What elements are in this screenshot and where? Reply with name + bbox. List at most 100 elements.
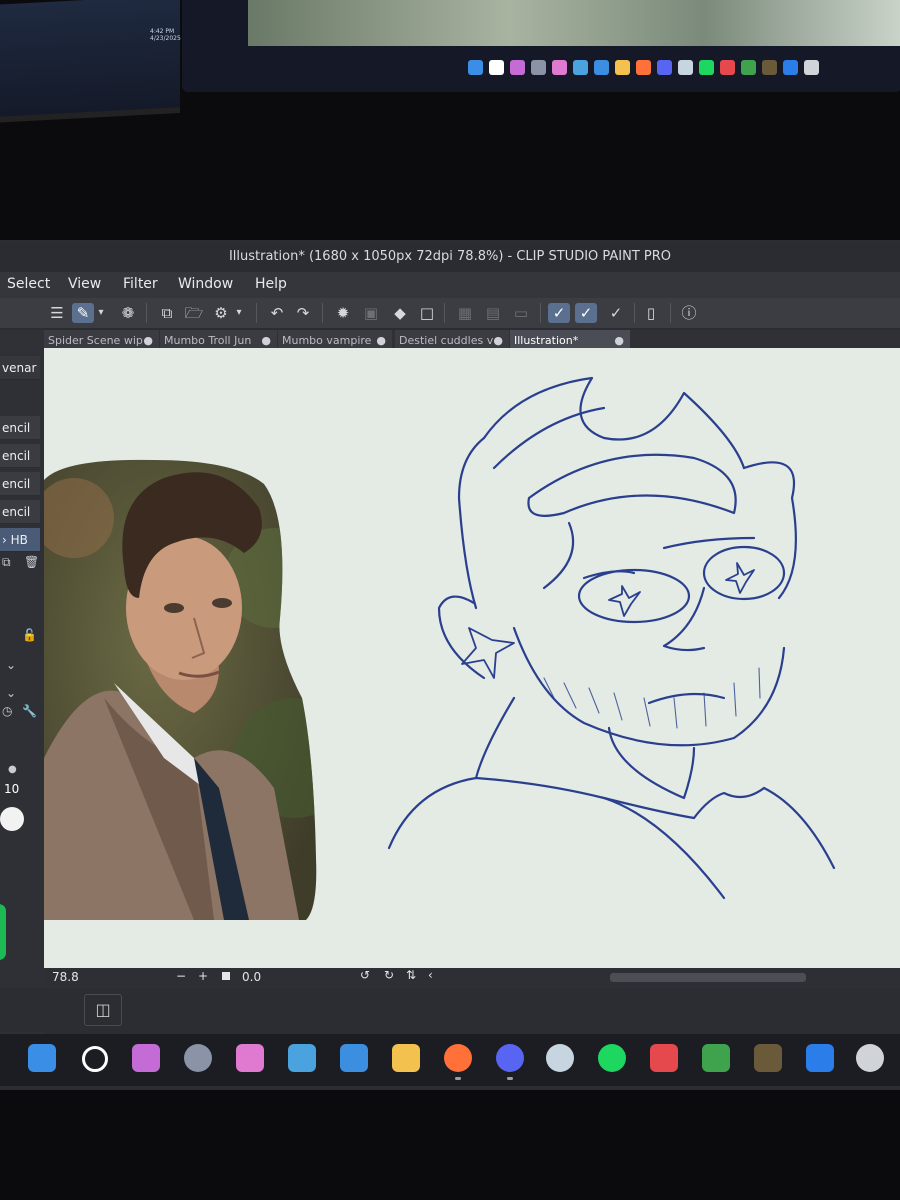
spotify-icon[interactable] xyxy=(699,59,714,75)
perspective-icon[interactable]: ▭ xyxy=(510,303,532,323)
tab-label: Illustration* xyxy=(514,334,579,347)
menu-select[interactable]: Select xyxy=(7,276,50,292)
smartphone-icon[interactable]: ▯ xyxy=(640,303,662,323)
menu-view[interactable]: View xyxy=(68,276,101,292)
reset-rotation-icon[interactable]: ⇅ xyxy=(406,968,416,982)
clear-icon[interactable]: ▣ xyxy=(360,303,382,323)
stabilizer-line-icon[interactable]: ✓ xyxy=(605,303,627,323)
menu-filter[interactable]: Filter xyxy=(123,276,158,292)
undo-icon[interactable]: ↶ xyxy=(266,303,288,323)
ruler-icon[interactable]: ▤ xyxy=(482,303,504,323)
clip-studio-icon[interactable] xyxy=(856,1044,884,1072)
hamburger-menu-icon[interactable]: ☰ xyxy=(46,303,68,323)
secondary-monitor-clock: 4:42 PM 4/23/2025 xyxy=(150,28,181,42)
rotate-right-icon[interactable]: ↻ xyxy=(384,968,394,982)
sketch-drawing xyxy=(387,376,836,900)
brush-size-dot-icon: ● xyxy=(8,764,17,775)
clip-studio-icon[interactable] xyxy=(804,59,819,75)
horizontal-scrollbar[interactable] xyxy=(610,973,806,982)
redo-icon[interactable]: ↷ xyxy=(292,303,314,323)
menu-window[interactable]: Window xyxy=(178,276,233,292)
minecraft-launcher-icon[interactable] xyxy=(754,1044,782,1072)
brush-size-preview[interactable] xyxy=(0,807,24,831)
settings-icon[interactable] xyxy=(531,59,546,75)
app-red-icon[interactable] xyxy=(650,1044,678,1072)
windows-start-icon[interactable] xyxy=(28,1044,56,1072)
zoom-out-button[interactable]: − xyxy=(176,969,186,983)
settings-icon[interactable] xyxy=(184,1044,212,1072)
discord-icon[interactable] xyxy=(657,59,672,75)
tab-label: Destiel cuddles v xyxy=(399,334,494,347)
app-red-icon[interactable] xyxy=(720,59,735,75)
stabilizer-pen-icon[interactable]: ✓ xyxy=(548,303,570,323)
spotify-icon[interactable] xyxy=(598,1044,626,1072)
vpn-icon[interactable] xyxy=(806,1044,834,1072)
minecraft-launcher-icon[interactable] xyxy=(762,59,777,75)
snipping-tool-icon[interactable] xyxy=(236,1044,264,1072)
chevron-down-icon: › xyxy=(2,533,7,547)
file-explorer-icon[interactable] xyxy=(615,59,630,75)
rotate-left-icon[interactable]: ↺ xyxy=(360,968,370,982)
flip-icon[interactable]: ‹ xyxy=(428,968,433,982)
fill-icon[interactable]: ◆ xyxy=(389,303,411,323)
vpn-icon[interactable] xyxy=(783,59,798,75)
running-indicator xyxy=(507,1077,513,1080)
brush-item[interactable]: encil xyxy=(0,416,40,440)
pen-app-icon[interactable] xyxy=(340,1044,368,1072)
brush-set-header: venar xyxy=(0,356,40,380)
steam-icon[interactable] xyxy=(546,1044,574,1072)
pen-tool-icon[interactable]: ✎ xyxy=(72,303,94,323)
brush-item[interactable]: encil xyxy=(0,500,40,524)
open-folder-icon[interactable]: 🗁 xyxy=(183,303,205,323)
steam-icon[interactable] xyxy=(678,59,693,75)
new-file-icon[interactable]: ⧉ xyxy=(156,303,178,323)
grid-icon[interactable]: ▦ xyxy=(454,303,476,323)
lock-icon[interactable]: 🔓 xyxy=(22,628,37,642)
dropdown-icon[interactable]: ⌄ xyxy=(6,686,16,700)
brush-item[interactable]: encil xyxy=(0,472,40,496)
microsoft-365-icon[interactable] xyxy=(132,1044,160,1072)
file-explorer-icon[interactable] xyxy=(392,1044,420,1072)
stabilizer-brush-icon[interactable]: ✓ xyxy=(575,303,597,323)
brush-item[interactable]: encil xyxy=(0,444,40,468)
trash-icon[interactable]: 🗑 xyxy=(24,555,39,569)
secondary-monitor-left xyxy=(0,0,180,123)
menu-bar: Select View Filter Window Help xyxy=(0,272,900,298)
windows-start-icon[interactable] xyxy=(468,59,483,75)
toolbar-divider xyxy=(670,303,671,323)
minecraft-icon[interactable] xyxy=(702,1044,730,1072)
photos-icon[interactable] xyxy=(573,59,588,75)
color-slider[interactable] xyxy=(0,904,6,960)
photos-icon[interactable] xyxy=(288,1044,316,1072)
clip-studio-logo-icon[interactable]: ❁ xyxy=(117,303,139,323)
transform-icon[interactable]: □ xyxy=(416,303,438,323)
minecraft-icon[interactable] xyxy=(741,59,756,75)
menu-help[interactable]: Help xyxy=(255,276,287,292)
chevron-down-icon[interactable]: ▾ xyxy=(95,303,107,323)
toolbar-divider xyxy=(634,303,635,323)
save-icon[interactable]: ⚙ xyxy=(210,303,232,323)
search-icon[interactable] xyxy=(82,1046,108,1072)
help-icon[interactable]: ⓘ xyxy=(678,303,700,323)
rotation-value[interactable]: 0.0 xyxy=(242,970,261,984)
pen-app-icon[interactable] xyxy=(594,59,609,75)
zoom-in-button[interactable]: + xyxy=(198,969,208,983)
snipping-tool-icon[interactable] xyxy=(552,59,567,75)
microsoft-365-icon[interactable] xyxy=(510,59,525,75)
save-options-icon[interactable]: ▾ xyxy=(233,303,245,323)
selected-brush[interactable]: › HB xyxy=(0,528,40,552)
dropdown-icon[interactable]: ⌄ xyxy=(6,658,16,672)
wrench-icon[interactable]: 🔧 xyxy=(22,704,37,718)
loading-icon[interactable]: ✹ xyxy=(332,303,354,323)
duplicate-icon[interactable]: ⧉ xyxy=(2,555,11,570)
fit-button[interactable] xyxy=(222,972,230,980)
search-icon[interactable] xyxy=(489,59,504,75)
timer-icon[interactable]: ◷ xyxy=(2,704,12,718)
tab-label: Spider Scene wip xyxy=(48,334,143,347)
zoom-value[interactable]: 78.8 xyxy=(52,970,79,984)
firefox-icon[interactable] xyxy=(444,1044,472,1072)
firefox-icon[interactable] xyxy=(636,59,651,75)
panel-layout-icon[interactable]: ◫ xyxy=(84,994,122,1026)
discord-icon[interactable] xyxy=(496,1044,524,1072)
command-bar: ☰ ✎ ▾ ❁ ⧉ 🗁 ⚙ ▾ ↶ ↷ ✹ ▣ ◆ □ ▦ ▤ ▭ ✓ ✓ ✓ … xyxy=(0,298,900,328)
